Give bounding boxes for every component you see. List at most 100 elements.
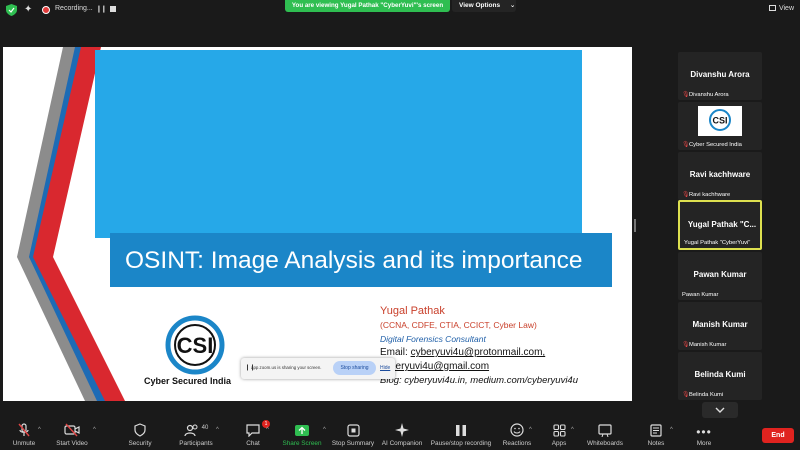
mic-off-icon xyxy=(18,423,30,437)
participants-button[interactable]: 40 Participants xyxy=(176,422,216,450)
participant-label: 🎙Ravi kachhware xyxy=(682,191,730,198)
zoom-meeting-window: ✦ Recording... ❙❙ You are viewing Yugal … xyxy=(0,0,800,450)
mic-muted-icon: 🎙 xyxy=(682,192,690,198)
meeting-toolbar: Unmute ^ Start Video ^ Security 40 Parti… xyxy=(0,420,800,450)
email-prefix: Email: xyxy=(380,347,411,358)
chat-icon xyxy=(246,424,260,437)
view-label: View xyxy=(778,5,794,12)
participant-label-text: Cyber Secured India xyxy=(689,142,742,148)
start-video-label: Start Video xyxy=(56,440,88,447)
participant-label: Yugal Pathak "CyberYuvi" xyxy=(684,240,751,246)
logo-name: Cyber Secured India xyxy=(144,376,232,386)
chevron-up-icon[interactable]: ^ xyxy=(38,427,41,433)
participant-label: 🎙Belinda Kumi xyxy=(682,391,723,398)
chevron-up-icon[interactable]: ^ xyxy=(216,427,219,433)
participant-label: 🎙Manish Kumar xyxy=(682,341,726,348)
sparkle-icon[interactable]: ✦ xyxy=(24,5,32,15)
people-icon xyxy=(184,424,198,437)
svg-text:CSI: CSI xyxy=(712,116,727,126)
end-meeting-button[interactable]: End xyxy=(762,428,794,443)
participant-tile[interactable]: CSI 🎙Cyber Secured India xyxy=(678,102,762,150)
more-dots-icon: ••• xyxy=(696,425,712,439)
start-video-button[interactable]: Start Video xyxy=(53,422,91,450)
view-options-label: View Options xyxy=(459,2,501,9)
chevron-up-icon[interactable]: ^ xyxy=(670,427,673,433)
more-button[interactable]: ••• More xyxy=(691,422,717,450)
mic-muted-icon: 🎙 xyxy=(682,342,690,348)
sharing-toast: ❙❙ app.zoom.us is sharing your screen. S… xyxy=(241,358,395,379)
mic-muted-icon: 🎙 xyxy=(682,92,690,98)
hide-toast-link[interactable]: Hide xyxy=(380,365,390,371)
participant-label: 🎙Divanshu Arora xyxy=(682,91,729,98)
participant-name: Yugal Pathak "C... xyxy=(687,220,757,229)
participants-label: Participants xyxy=(179,440,213,447)
video-off-icon xyxy=(64,423,80,437)
whiteboard-icon xyxy=(598,424,612,437)
viewing-banner: You are viewing Yugal Pathak "CyberYuvi"… xyxy=(285,0,450,12)
chevron-up-icon[interactable]: ^ xyxy=(93,427,96,433)
chevron-up-icon[interactable]: ^ xyxy=(323,427,326,433)
recording-dot-icon xyxy=(42,6,50,14)
shared-screen: OSINT: Image Analysis and its importance… xyxy=(3,47,632,401)
email-line: Email: cyberyuvi4u@protonmail.com, xyxy=(380,347,545,358)
more-label: More xyxy=(696,440,712,447)
author-name: Yugal Pathak xyxy=(380,305,445,317)
participants-count: 40 xyxy=(201,425,209,431)
slide-header-box xyxy=(95,50,582,238)
pause-recording-button[interactable]: Pause/stop recording xyxy=(429,422,493,450)
stop-sharing-button[interactable]: Stop sharing xyxy=(333,361,376,375)
active-speaker-tile[interactable]: Yugal Pathak "C... Yugal Pathak "CyberYu… xyxy=(678,200,762,250)
shield-icon[interactable] xyxy=(6,4,17,16)
chevron-up-icon[interactable]: ^ xyxy=(529,427,532,433)
participants-scroll-down-button[interactable] xyxy=(702,402,738,418)
apps-label: Apps xyxy=(551,440,567,447)
stop-summary-button[interactable]: Stop Summary xyxy=(330,422,376,450)
sharing-message: app.zoom.us is sharing your screen. xyxy=(251,365,322,370)
view-options-button[interactable]: View Options ⌄ xyxy=(452,0,516,12)
apps-button[interactable]: Apps xyxy=(547,422,571,450)
chat-label: Chat xyxy=(246,440,260,447)
participant-name: Manish Kumar xyxy=(692,320,748,329)
ai-sparkle-icon xyxy=(395,423,409,437)
pause-recording-icon[interactable]: ❙❙ xyxy=(96,5,107,13)
chevron-up-icon[interactable]: ^ xyxy=(266,427,269,433)
apps-grid-icon xyxy=(552,424,566,437)
view-button[interactable]: View xyxy=(768,5,794,12)
participant-name: Belinda Kumi xyxy=(694,370,746,379)
top-bar: ✦ Recording... ❙❙ You are viewing Yugal … xyxy=(0,0,800,20)
notes-button[interactable]: Notes xyxy=(644,422,668,450)
mic-muted-icon: 🎙 xyxy=(682,142,690,148)
author-credentials: (CCNA, CDFE, CTIA, CCICT, Cyber Law) xyxy=(380,320,537,330)
unmute-button[interactable]: Unmute xyxy=(8,422,40,450)
blog-line: Blog: cyberyuvi4u.in, medium.com/cyberyu… xyxy=(380,375,579,386)
participant-tile[interactable]: Manish Kumar 🎙Manish Kumar xyxy=(678,302,762,350)
resize-handle[interactable] xyxy=(634,219,636,232)
pause-recording-label: Pause/stop recording xyxy=(430,440,492,447)
mic-muted-icon: 🎙 xyxy=(682,392,690,398)
share-screen-icon xyxy=(295,425,309,436)
share-screen-button[interactable]: Share Screen xyxy=(281,422,323,450)
pause-icon xyxy=(456,425,466,436)
whiteboards-label: Whiteboards xyxy=(587,440,623,447)
chevron-down-icon xyxy=(715,407,725,413)
csi-avatar-logo: CSI xyxy=(709,109,731,131)
notes-icon xyxy=(650,424,662,437)
email-link-2[interactable]: cyberyuvi4u@gmail.com xyxy=(380,361,489,372)
security-label: Security xyxy=(128,440,152,447)
stop-recording-icon[interactable] xyxy=(110,6,116,12)
chevron-up-icon[interactable]: ^ xyxy=(571,427,574,433)
smiley-icon xyxy=(510,423,524,437)
participant-tile[interactable]: Divanshu Arora 🎙Divanshu Arora xyxy=(678,52,762,100)
email-link-1[interactable]: cyberyuvi4u@protonmail.com, xyxy=(411,347,546,358)
participant-tile[interactable]: Pawan Kumar Pawan Kumar xyxy=(678,252,762,300)
participant-label: Pawan Kumar xyxy=(682,292,719,298)
participant-tile[interactable]: Ravi kachhware 🎙Ravi kachhware xyxy=(678,152,762,200)
security-button[interactable]: Security xyxy=(125,422,155,450)
participant-label-text: Ravi kachhware xyxy=(689,192,731,198)
reactions-label: Reactions xyxy=(502,440,532,447)
participant-tile[interactable]: Belinda Kumi 🎙Belinda Kumi xyxy=(678,352,762,400)
ai-companion-label: AI Companion xyxy=(381,440,423,447)
chat-button[interactable]: 1 Chat xyxy=(240,420,270,450)
ai-companion-button[interactable]: AI Companion xyxy=(380,422,424,450)
whiteboards-button[interactable]: Whiteboards xyxy=(585,422,625,450)
